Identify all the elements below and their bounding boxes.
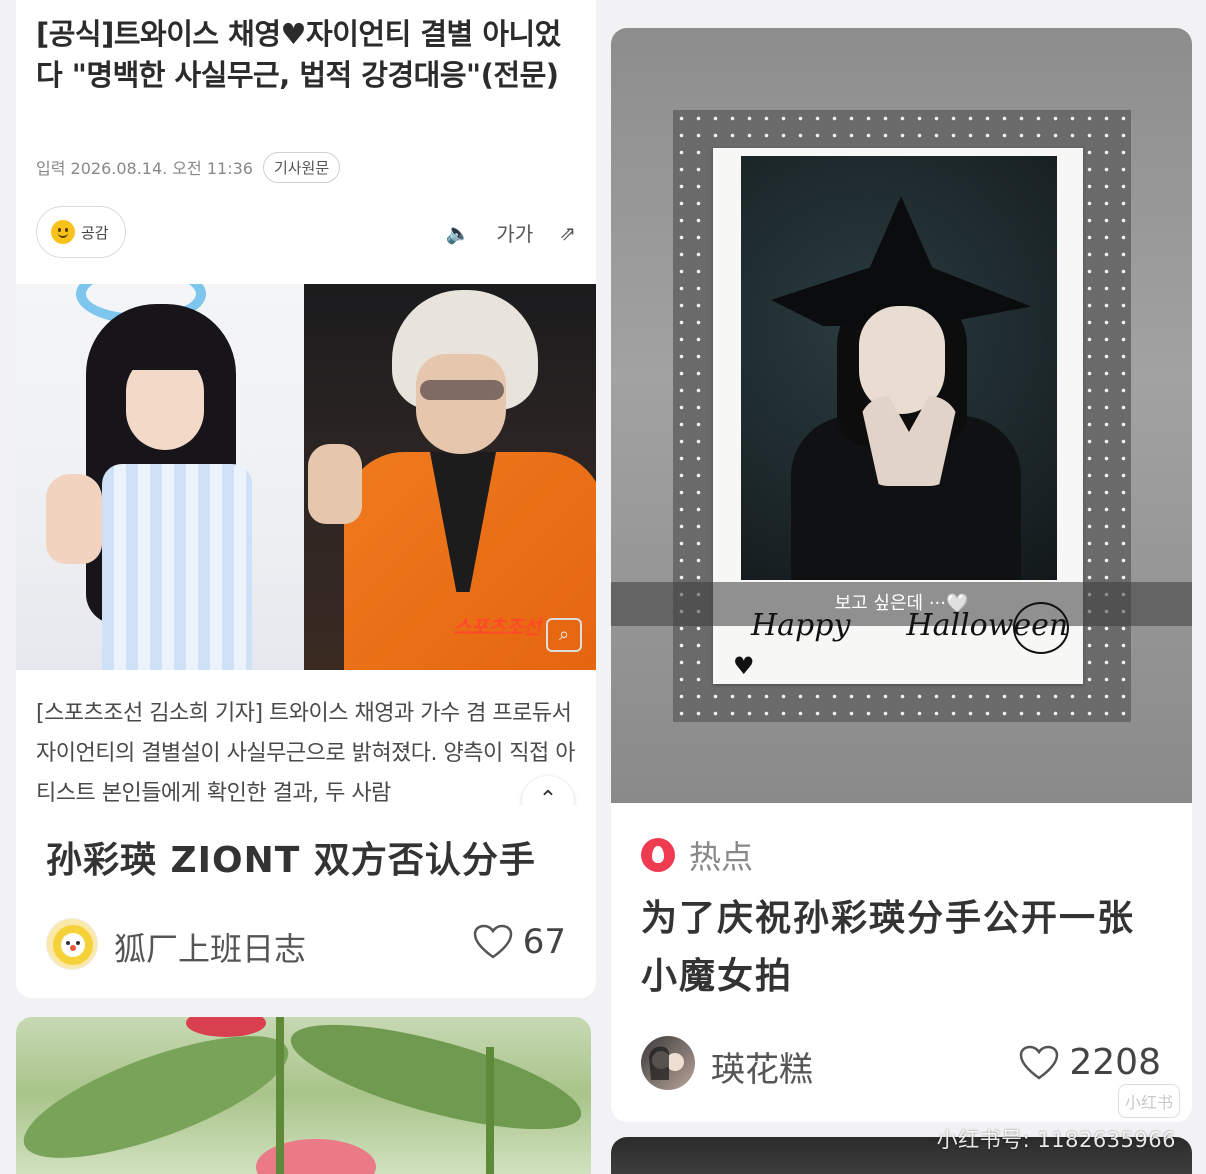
news-screenshot: [공식]트와이스 채영♥자이언티 결별 아니었다 "명백한 사실무근, 법적 강…: [16, 0, 596, 805]
post-title[interactable]: 为了庆祝孙彩瑛分手公开一张小魔女拍: [641, 890, 1161, 1006]
speaker-icon: 🔈: [445, 220, 471, 245]
author-row: 瑛花糕 2208: [641, 1036, 1161, 1092]
avatar[interactable]: [46, 918, 98, 970]
font-size-icon: 가가: [496, 222, 534, 246]
heart-icon: [1020, 1045, 1059, 1080]
hot-tag: 热点: [641, 832, 753, 878]
heart-icon: [473, 924, 512, 959]
post-card-left-next[interactable]: [16, 1017, 591, 1174]
news-headline: [공식]트와이스 채영♥자이언티 결별 아니었다 "명백한 사실무근, 법적 강…: [36, 17, 561, 92]
news-tool-icons: 🔈 가가 ⇗: [446, 218, 576, 247]
pumpkin-doodle-icon: [1013, 602, 1069, 654]
author-name[interactable]: 瑛花糕: [711, 1042, 813, 1091]
post-image-plant: [16, 1017, 591, 1174]
react-label: 공감: [81, 223, 109, 242]
news-toolbar: 공감 🔈 가가 ⇗: [36, 206, 576, 260]
react-button: 공감: [36, 206, 126, 258]
news-photos: 스포츠조선 ⌕: [16, 284, 596, 670]
photo-zion-t: 스포츠조선 ⌕: [304, 284, 596, 670]
like-button[interactable]: 2208: [1019, 1042, 1161, 1083]
app-logo: 小红书: [1117, 1084, 1180, 1118]
post-image-halloween: 보고 싶은데 ···🤍 Happy Halloween ♥: [611, 28, 1192, 803]
handwriting-happy: Happy: [751, 608, 851, 643]
smile-icon: [51, 220, 75, 244]
like-count: 67: [522, 922, 566, 962]
photo-chaeyoung: [16, 284, 304, 670]
photo-watermark: 스포츠조선: [453, 615, 541, 639]
share-icon: ⇗: [559, 220, 576, 245]
news-body: [스포츠조선 김소희 기자] 트와이스 채영과 가수 겸 프로듀서 자이언티의 …: [36, 701, 575, 804]
avatar[interactable]: [641, 1036, 695, 1090]
like-button[interactable]: 67: [473, 922, 566, 962]
witch-photo: [741, 156, 1057, 580]
hot-label: 热点: [689, 838, 754, 876]
author-row: 狐厂上班日志 67: [46, 916, 566, 972]
news-source-chip: 기사원문: [262, 151, 341, 183]
news-date: 입력 2026.08.14. 오전 11:36: [36, 159, 253, 178]
zoom-icon: ⌕: [546, 618, 582, 652]
heart-doodle-icon: ♥: [733, 652, 755, 680]
author-name[interactable]: 狐厂上班日志: [114, 924, 306, 970]
post-card-right[interactable]: 보고 싶은데 ···🤍 Happy Halloween ♥ 热点 为了庆祝孙彩瑛分…: [611, 28, 1192, 1122]
fire-icon: [641, 838, 675, 872]
post-card-left[interactable]: [공식]트와이스 채영♥자이언티 결별 아니었다 "명백한 사실무근, 법적 강…: [16, 0, 596, 998]
news-meta: 입력 2026.08.14. 오전 11:36 기사원문: [36, 151, 341, 183]
watermark: 小红书号: 1182635966: [936, 1128, 1176, 1152]
like-count: 2208: [1069, 1042, 1161, 1083]
post-title[interactable]: 孙彩瑛 ZIONT 双方否认分手: [46, 836, 586, 886]
